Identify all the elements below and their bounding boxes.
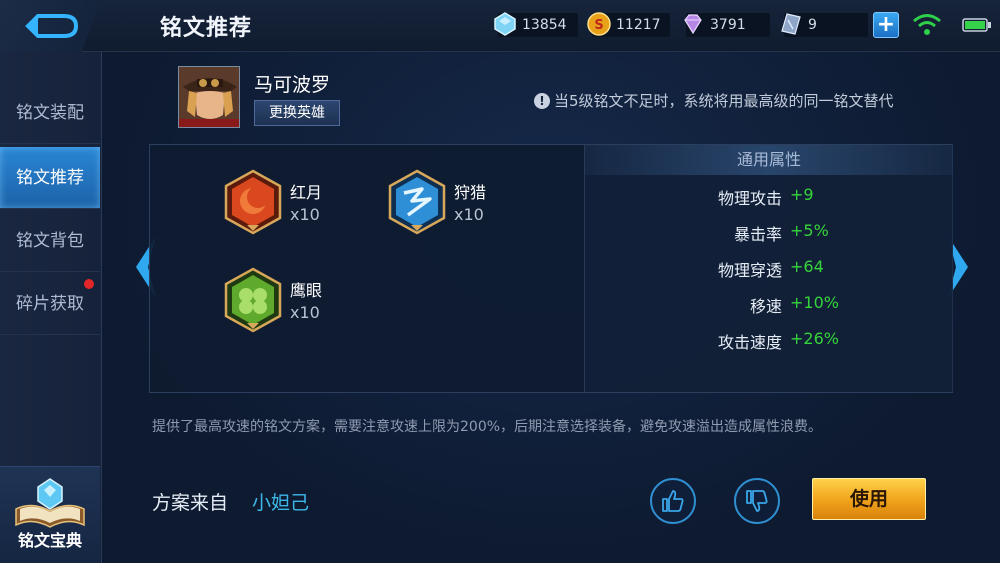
sidebar-item-label: 碎片获取 xyxy=(16,294,84,314)
rune-count: x10 xyxy=(290,303,320,322)
scheme-description: 提供了最高攻速的铭文方案，需要注意攻速上限为200%，后期注意选择装备，避免攻速… xyxy=(152,419,823,435)
hunt-rune-icon xyxy=(388,169,446,235)
change-hero-button[interactable]: 更换英雄 xyxy=(254,100,340,126)
attributes-title: 通用属性 xyxy=(585,145,953,175)
attribute-row: 移速 +10% xyxy=(585,293,954,317)
battery-icon xyxy=(962,18,991,32)
rune-codex-button[interactable]: 铭文宝典 xyxy=(0,466,100,563)
attribute-row: 攻击速度 +26% xyxy=(585,329,954,353)
coupon-counter: 9 xyxy=(781,13,868,37)
crystal-value: 13854 xyxy=(522,17,567,33)
rune-name: 红月 xyxy=(290,183,323,202)
svg-text:S: S xyxy=(594,18,603,33)
attribute-value: +26% xyxy=(790,329,839,348)
sidebar-item-label: 铭文推荐 xyxy=(16,168,84,188)
attribute-value: +10% xyxy=(790,293,839,312)
crystal-counter: 13854 xyxy=(494,12,578,37)
sidebar-item-rune-recommend[interactable]: 铭文推荐 xyxy=(0,147,100,209)
diamond-counter: 3791 xyxy=(684,13,770,37)
use-button[interactable]: 使用 xyxy=(812,478,926,520)
attribute-value: +5% xyxy=(790,221,829,240)
attribute-name: 攻击速度 xyxy=(717,333,782,352)
attribute-name: 物理穿透 xyxy=(717,261,782,280)
sidebar-item-label: 铭文装配 xyxy=(16,103,84,123)
scheme-source-label: 方案来自 xyxy=(152,492,229,514)
gold-counter: S 11217 xyxy=(587,12,670,37)
back-button[interactable] xyxy=(0,0,100,52)
attribute-name: 移速 xyxy=(749,297,782,316)
attribute-name: 物理攻击 xyxy=(717,189,782,208)
attribute-name: 暴击率 xyxy=(733,225,782,244)
coupon-value: 9 xyxy=(808,17,817,33)
sidebar-item-fragment-acquire[interactable]: 碎片获取 xyxy=(0,273,100,335)
rune-count: x10 xyxy=(454,205,484,224)
red-moon-rune-icon xyxy=(224,169,282,235)
like-button[interactable] xyxy=(650,478,696,524)
gold-coin-icon: S xyxy=(587,12,611,36)
hawk-eye-rune-icon xyxy=(224,267,282,333)
main-content: 马可波罗 更换英雄 ! 当5级铭文不足时，系统将用最高级的同一铭文替代 红月 x1… xyxy=(102,52,1000,563)
top-bar: 铭文推荐 13854 S 11217 3791 9 + xyxy=(0,0,1000,52)
hero-name: 马可波罗 xyxy=(254,74,331,96)
sidebar-item-label: 铭文背包 xyxy=(16,231,84,251)
scheme-author-link[interactable]: 小妲己 xyxy=(252,488,309,515)
attribute-row: 物理攻击 +9 xyxy=(585,185,954,209)
coupon-icon xyxy=(781,13,801,35)
hero-avatar[interactable] xyxy=(178,66,240,128)
diamond-value: 3791 xyxy=(710,17,746,33)
sidebar-item-rune-equip[interactable]: 铭文装配 xyxy=(0,82,100,144)
open-book-icon xyxy=(15,478,85,528)
dislike-button[interactable] xyxy=(734,478,780,524)
info-icon: ! xyxy=(534,93,550,109)
attribute-value: +9 xyxy=(790,185,814,204)
notification-dot xyxy=(84,279,94,289)
rune-name: 鹰眼 xyxy=(290,281,323,300)
notice-text: 当5级铭文不足时，系统将用最高级的同一铭文替代 xyxy=(554,92,894,110)
back-arrow-icon xyxy=(25,14,79,38)
sidebar-item-rune-bag[interactable]: 铭文背包 xyxy=(0,210,100,272)
hero-portrait-icon xyxy=(179,67,239,127)
rune-notice: ! 当5级铭文不足时，系统将用最高级的同一铭文替代 xyxy=(534,90,894,111)
gold-value: 11217 xyxy=(616,17,661,33)
rune-item[interactable]: 鹰眼 x10 xyxy=(222,267,442,347)
codex-label: 铭文宝典 xyxy=(17,531,82,550)
rune-count: x10 xyxy=(290,205,320,224)
diamond-icon xyxy=(684,14,702,35)
general-attributes: 通用属性 物理攻击 +9 暴击率 +5% 物理穿透 +64 移速 +10% 攻击… xyxy=(584,145,953,392)
rune-scheme-panel: 红月 x10 狩猎 x10 鹰眼 x10 通用属性 物理攻击 +9 暴击率 +5… xyxy=(149,144,953,393)
sidebar: 铭文装配 铭文推荐 铭文背包 碎片获取 铭文宝典 xyxy=(0,52,102,563)
recharge-plus-button[interactable]: + xyxy=(873,12,899,38)
rune-item[interactable]: 狩猎 x10 xyxy=(386,169,606,249)
crystal-icon xyxy=(494,12,516,36)
wifi-icon xyxy=(913,14,941,35)
attribute-value: +64 xyxy=(790,257,824,276)
thumbs-up-icon xyxy=(662,490,684,512)
page-title: 铭文推荐 xyxy=(160,16,253,41)
attribute-row: 暴击率 +5% xyxy=(585,221,954,245)
thumbs-down-icon xyxy=(746,490,768,512)
rune-name: 狩猎 xyxy=(454,183,487,202)
attribute-row: 物理穿透 +64 xyxy=(585,257,954,281)
